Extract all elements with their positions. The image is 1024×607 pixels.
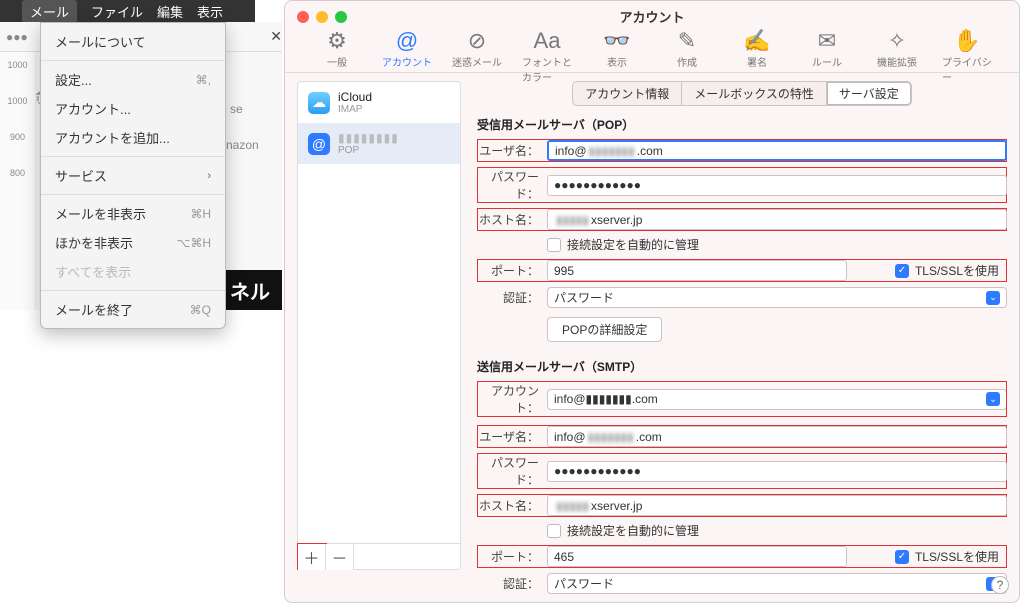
hand-icon: ✋ (953, 28, 980, 54)
glasses-icon: 👓 (603, 28, 630, 54)
menu-accounts[interactable]: アカウント... (41, 94, 225, 123)
minimize-icon[interactable] (316, 11, 328, 23)
app-menu-dropdown: メールについて 設定...⌘, アカウント... アカウントを追加... サービ… (40, 22, 226, 329)
menu-hide-mail[interactable]: メールを非表示⌘H (41, 199, 225, 228)
pop-section-title: 受信用メールサーバ（POP） (477, 116, 1007, 133)
window-title: アカウント (285, 1, 1019, 26)
server-settings-pane: アカウント情報 メールボックスの特性 サーバ設定 受信用メールサーバ（POP） … (477, 81, 1007, 570)
tab-general[interactable]: ⚙一般 (312, 28, 362, 84)
tab-fonts[interactable]: Aaフォントとカラー (522, 28, 572, 84)
chevron-down-icon: ⌄ (986, 392, 1000, 406)
smtp-section-title: 送信用メールサーバ（SMTP） (477, 358, 1007, 375)
tab-compose[interactable]: ✎作成 (662, 28, 712, 84)
smtp-acct-select[interactable]: info@▮▮▮▮▮▮▮.com⌄ (547, 389, 1007, 410)
pop-port-field[interactable]: 995 (547, 260, 847, 281)
pop-auth-label: 認証： (477, 289, 539, 306)
signature-icon: ✍ (743, 28, 770, 54)
cloud-icon: ☁ (308, 92, 330, 114)
pop-detail-button[interactable]: POPの詳細設定 (547, 317, 662, 342)
menu-quit[interactable]: メールを終了⌘Q (41, 295, 225, 324)
pop-auto-label: 接続設定を自動的に管理 (567, 236, 699, 253)
pop-pass-field[interactable]: ●●●●●●●●●●●● (547, 175, 1007, 196)
tab-mailbox-behaviors[interactable]: メールボックスの特性 (682, 81, 827, 106)
at-icon: @ (396, 28, 418, 54)
tab-rules[interactable]: ✉ルール (802, 28, 852, 84)
gear-icon: ⚙ (327, 28, 347, 54)
puzzle-icon: ✧ (888, 28, 906, 54)
smtp-acct-label: アカウント： (477, 382, 539, 416)
pop-user-label: ユーザ名： (477, 142, 539, 159)
tab-viewing[interactable]: 👓表示 (592, 28, 642, 84)
remove-account-button[interactable]: － (326, 544, 354, 570)
compose-icon: ✎ (678, 28, 696, 54)
close-icon[interactable] (297, 11, 309, 23)
tab-account[interactable]: @アカウント (382, 28, 432, 84)
tab-server-settings[interactable]: サーバ設定 (827, 81, 912, 106)
pop-host-field[interactable]: ▮▮▮▮▮xserver.jp (547, 209, 1007, 230)
pref-toolbar: ⚙一般 @アカウント ⊘迷惑メール Aaフォントとカラー 👓表示 ✎作成 ✍署名… (285, 28, 1019, 84)
menu-file[interactable]: ファイル (91, 2, 143, 21)
block-icon: ⊘ (468, 28, 486, 54)
help-button[interactable]: ? (991, 576, 1009, 594)
ruler-tick: 1000 (0, 60, 35, 70)
menu-hide-others[interactable]: ほかを非表示⌥⌘H (41, 228, 225, 257)
pop-host-label: ホスト名： (477, 211, 539, 228)
smtp-auto-checkbox[interactable] (547, 524, 561, 538)
smtp-tls-label: TLS/SSLを使用 (915, 548, 999, 565)
smtp-user-field[interactable]: info@▮▮▮▮▮▮▮.com (547, 426, 1007, 447)
menu-settings[interactable]: 設定...⌘, (41, 65, 225, 94)
smtp-host-label: ホスト名： (477, 497, 539, 514)
rules-icon: ✉ (818, 28, 836, 54)
chevron-down-icon: ⌄ (986, 291, 1000, 305)
tab-account-info[interactable]: アカウント情報 (572, 81, 682, 106)
smtp-tls-checkbox[interactable]: ✓ (895, 550, 909, 564)
account-pop[interactable]: @ ▮▮▮▮▮▮▮▮POP (298, 123, 460, 164)
smtp-user-label: ユーザ名： (477, 428, 539, 445)
pop-tls-label: TLS/SSLを使用 (915, 262, 999, 279)
at-icon: @ (308, 133, 330, 155)
smtp-port-label: ポート： (477, 548, 539, 565)
menu-mail[interactable]: メール (22, 0, 77, 23)
pop-pass-label: パスワード： (477, 168, 539, 202)
menu-view[interactable]: 表示 (197, 2, 223, 21)
smtp-auth-select[interactable]: パスワード⌄ (547, 573, 1007, 594)
smtp-host-field[interactable]: ▮▮▮▮▮xserver.jp (547, 495, 1007, 516)
account-icloud[interactable]: ☁ iCloudIMAP (298, 82, 460, 123)
pop-user-field[interactable]: info@▮▮▮▮▮▮▮.com (547, 140, 1007, 161)
pop-port-label: ポート： (477, 262, 539, 279)
ruler-tick: 1000 (0, 96, 35, 106)
tab-signature[interactable]: ✍署名 (732, 28, 782, 84)
menu-services[interactable]: サービス› (41, 161, 225, 190)
sidebar-footer: ＋ － (298, 543, 460, 569)
menu-edit[interactable]: 編集 (157, 2, 183, 21)
tab-junk[interactable]: ⊘迷惑メール (452, 28, 502, 84)
smtp-auto-label: 接続設定を自動的に管理 (567, 522, 699, 539)
traffic-icon: ●●● (6, 30, 28, 44)
zoom-icon[interactable] (335, 11, 347, 23)
tab-privacy[interactable]: ✋プライバシー (942, 28, 992, 84)
menu-add-account[interactable]: アカウントを追加... (41, 123, 225, 152)
accounts-window: アカウント ⚙一般 @アカウント ⊘迷惑メール Aaフォントとカラー 👓表示 ✎… (284, 0, 1020, 603)
ruler-tick: 900 (0, 132, 35, 142)
pop-auto-checkbox[interactable] (547, 238, 561, 252)
menubar: メール ファイル 編集 表示 (0, 0, 255, 22)
tab-extensions[interactable]: ✧機能拡張 (872, 28, 922, 84)
window-controls (297, 11, 347, 23)
smtp-port-field[interactable]: 465 (547, 546, 847, 567)
menu-about[interactable]: メールについて (41, 27, 225, 56)
smtp-auth-label: 認証： (477, 575, 539, 592)
ruler-tick: 800 (0, 168, 35, 178)
add-account-button[interactable]: ＋ (298, 544, 326, 570)
pop-tls-checkbox[interactable]: ✓ (895, 264, 909, 278)
smtp-pass-label: パスワード： (477, 454, 539, 488)
menu-show-all: すべてを表示 (41, 257, 225, 286)
bg-text: nazon (226, 138, 259, 152)
font-icon: Aa (534, 28, 561, 54)
tab-close-icon[interactable]: ✕ (270, 28, 282, 45)
account-sidebar: ☁ iCloudIMAP @ ▮▮▮▮▮▮▮▮POP ＋ － (297, 81, 461, 570)
pop-auth-select[interactable]: パスワード⌄ (547, 287, 1007, 308)
bg-text: se (230, 102, 243, 116)
smtp-pass-field[interactable]: ●●●●●●●●●●●● (547, 461, 1007, 482)
